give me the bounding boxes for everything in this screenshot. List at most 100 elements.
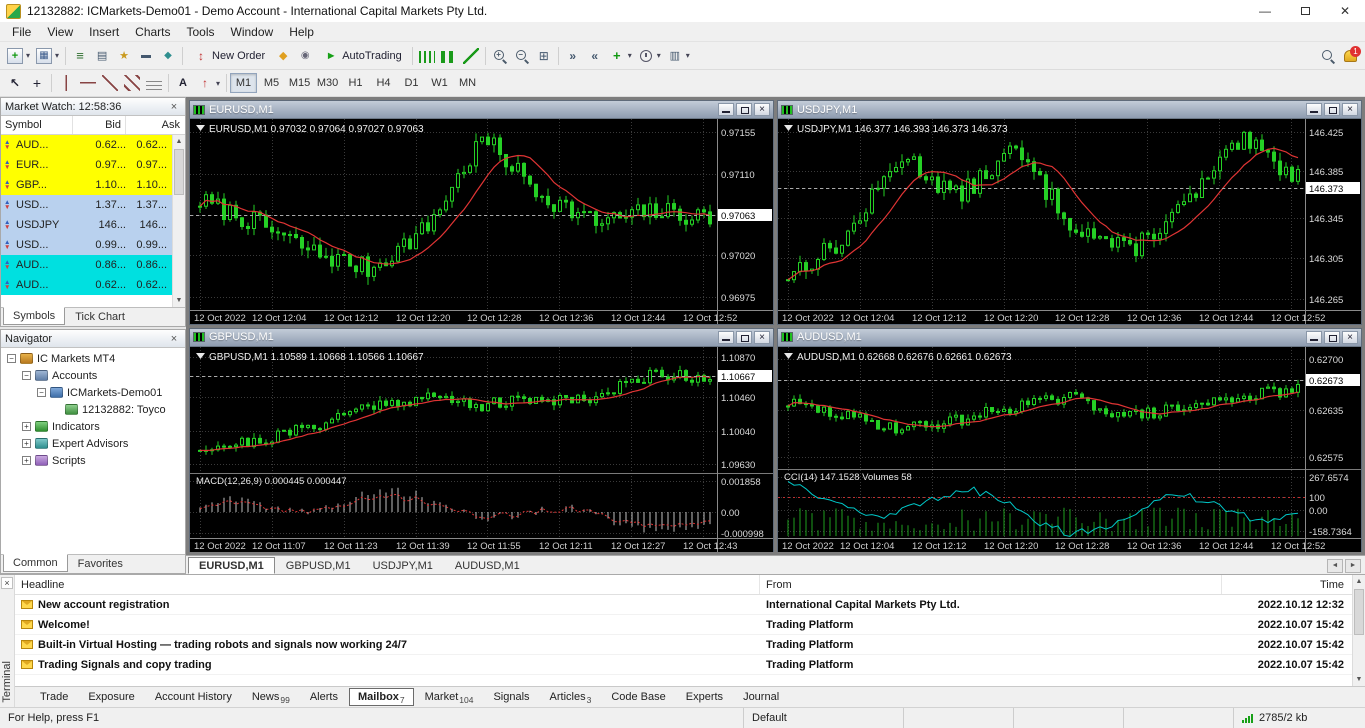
vertical-line-button[interactable] [55, 72, 77, 94]
data-window-toggle[interactable] [91, 45, 113, 67]
tab-scroll-right-icon[interactable]: ► [1345, 559, 1361, 573]
close-icon[interactable]: × [167, 333, 181, 345]
timeframe-h4-button[interactable]: H4 [370, 73, 397, 93]
cursor-button[interactable] [4, 72, 26, 94]
chart-close-button[interactable] [754, 103, 770, 116]
menu-window[interactable]: Window [223, 23, 282, 41]
terminal-col-from[interactable]: From [760, 575, 1222, 594]
timeframe-mn-button[interactable]: MN [454, 73, 481, 93]
menu-insert[interactable]: Insert [81, 23, 127, 41]
mailbox-row[interactable]: Built-in Virtual Hosting — trading robot… [15, 635, 1352, 655]
tab-tick-chart[interactable]: Tick Chart [65, 308, 135, 326]
terminal-tab-exposure[interactable]: Exposure [79, 688, 143, 706]
chart-tab-gbpusd-m1[interactable]: GBPUSD,M1 [275, 557, 362, 574]
scroll-down-icon[interactable]: ▼ [173, 294, 185, 307]
chart-close-button[interactable] [1342, 103, 1358, 116]
terminal-tab-experts[interactable]: Experts [677, 688, 732, 706]
timeframe-m1-button[interactable]: M1 [230, 73, 257, 93]
tree-item-accounts[interactable]: −Accounts [1, 367, 185, 384]
mailbox-row[interactable]: Welcome!Trading Platform2022.10.07 15:42 [15, 615, 1352, 635]
indicators-button[interactable]: ▾ [606, 45, 635, 67]
trendline-button[interactable] [99, 72, 121, 94]
chart-restore-button[interactable] [736, 331, 752, 344]
options-button[interactable] [294, 45, 316, 67]
chart-minimize-button[interactable] [718, 103, 734, 116]
tree-item-icmarkets-demo01[interactable]: −ICMarkets-Demo01 [1, 384, 185, 401]
profiles-button[interactable]: ▾ [33, 45, 62, 67]
collapse-icon[interactable]: − [22, 371, 31, 380]
terminal-toggle[interactable] [135, 45, 157, 67]
market-watch-row[interactable]: ▲▼USD...1.37...1.37... [1, 195, 172, 215]
scrollbar-thumb[interactable] [174, 149, 184, 195]
expand-icon[interactable]: + [22, 439, 31, 448]
tree-item-scripts[interactable]: +Scripts [1, 452, 185, 469]
collapse-icon[interactable]: − [37, 388, 46, 397]
metaeditor-button[interactable] [272, 45, 294, 67]
tree-item-12132882-toyco[interactable]: 12132882: Toyco [1, 401, 185, 418]
navigator-toggle[interactable] [113, 45, 135, 67]
close-icon[interactable]: × [167, 101, 181, 113]
tab-symbols[interactable]: Symbols [3, 307, 65, 325]
search-button[interactable] [1317, 45, 1339, 67]
chart-titlebar-audusd[interactable]: AUDUSD,M1 [778, 329, 1361, 347]
tab-common[interactable]: Common [3, 554, 68, 572]
terminal-tab-articles[interactable]: Articles3 [541, 688, 601, 706]
chart-tab-eurusd-m1[interactable]: EURUSD,M1 [188, 557, 275, 574]
menu-view[interactable]: View [39, 23, 81, 41]
chart-minimize-button[interactable] [1306, 103, 1322, 116]
menu-help[interactable]: Help [281, 23, 322, 41]
bar-chart-button[interactable] [416, 45, 438, 67]
scroll-up-icon[interactable]: ▲ [1353, 575, 1365, 588]
timeframe-m5-button[interactable]: M5 [258, 73, 285, 93]
market-watch-scrollbar[interactable]: ▲ ▼ [172, 135, 185, 307]
strategy-tester-toggle[interactable] [157, 45, 179, 67]
terminal-tab-signals[interactable]: Signals [484, 688, 538, 706]
chart-tab-usdjpy-m1[interactable]: USDJPY,M1 [362, 557, 444, 574]
horizontal-line-button[interactable] [77, 72, 99, 94]
chart-shift-button[interactable] [584, 45, 606, 67]
auto-scroll-button[interactable] [562, 45, 584, 67]
zoom-in-button[interactable]: + [489, 45, 511, 67]
collapse-icon[interactable]: − [7, 354, 16, 363]
market-watch-row[interactable]: ▲▼AUD...0.62...0.62... [1, 135, 172, 155]
close-button[interactable]: ✕ [1325, 0, 1365, 22]
market-watch-row[interactable]: ▲▼EUR...0.97...0.97... [1, 155, 172, 175]
line-chart-button[interactable] [460, 45, 482, 67]
maximize-button[interactable] [1285, 0, 1325, 22]
menu-file[interactable]: File [4, 23, 39, 41]
templates-button[interactable]: ▾ [664, 45, 693, 67]
scroll-up-icon[interactable]: ▲ [173, 135, 185, 148]
text-label-button[interactable] [172, 72, 194, 94]
terminal-tab-trade[interactable]: Trade [31, 688, 77, 706]
chart-canvas-eurusd[interactable]: 0.971550.971100.970630.970200.9697512 Oc… [190, 119, 773, 324]
chart-restore-button[interactable] [736, 103, 752, 116]
notifications-button[interactable]: 1 [1339, 45, 1361, 67]
timeframe-d1-button[interactable]: D1 [398, 73, 425, 93]
periods-button[interactable]: ▾ [635, 45, 664, 67]
tile-windows-button[interactable] [533, 45, 555, 67]
close-icon[interactable]: × [1, 577, 13, 589]
terminal-scrollbar[interactable]: ▲ ▼ [1352, 575, 1365, 686]
chart-minimize-button[interactable] [1306, 331, 1322, 344]
timeframe-m15-button[interactable]: M15 [286, 73, 313, 93]
menu-tools[interactable]: Tools [179, 23, 223, 41]
expand-icon[interactable]: + [22, 422, 31, 431]
chart-close-button[interactable] [1342, 331, 1358, 344]
channel-button[interactable] [121, 72, 143, 94]
chart-restore-button[interactable] [1324, 103, 1340, 116]
chart-canvas-usdjpy[interactable]: 146.425146.385146.373146.345146.305146.2… [778, 119, 1361, 324]
chart-canvas-audusd[interactable]: CCI(14) 147.1528 Volumes 580.627000.6267… [778, 347, 1361, 552]
terminal-tab-market[interactable]: Market104 [416, 688, 483, 706]
market-watch-toggle[interactable] [69, 45, 91, 67]
market-watch-row[interactable]: ▲▼USD...0.99...0.99... [1, 235, 172, 255]
terminal-col-headline[interactable]: Headline [15, 575, 760, 594]
terminal-tab-mailbox[interactable]: Mailbox7 [349, 688, 414, 706]
market-watch-row[interactable]: ▲▼AUD...0.62...0.62... [1, 275, 172, 295]
scrollbar-thumb[interactable] [1354, 589, 1364, 635]
chart-restore-button[interactable] [1324, 331, 1340, 344]
terminal-tab-journal[interactable]: Journal [734, 688, 788, 706]
new-chart-button[interactable]: ▾ [4, 45, 33, 67]
market-watch-row[interactable]: ▲▼AUD...0.86...0.86... [1, 255, 172, 275]
tree-item-ic-markets-mt4[interactable]: −IC Markets MT4 [1, 350, 185, 367]
chart-close-button[interactable] [754, 331, 770, 344]
